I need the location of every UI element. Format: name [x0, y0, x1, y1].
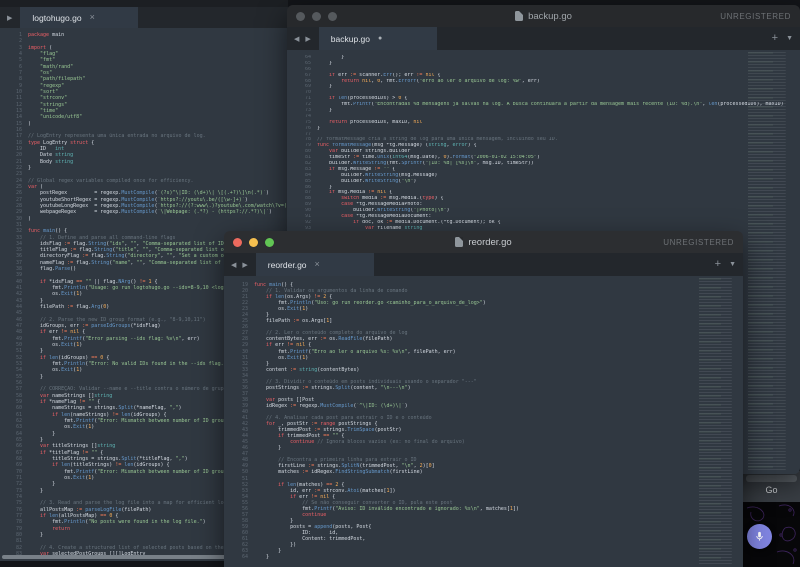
tab-logtohugo[interactable]: logtohugo.go × [20, 7, 138, 28]
microphone-icon [754, 531, 765, 542]
tabbar: ◀ ▶ reorder.go × + ▼ [224, 253, 743, 276]
tabbar: ◀ ▶ backup.go ● + ▼ [287, 27, 800, 50]
voice-assistant-panel: Go [743, 471, 800, 567]
minimap[interactable] [699, 278, 739, 565]
tab-reorder[interactable]: reorder.go × [256, 253, 374, 276]
close-tab-icon[interactable]: × [90, 13, 95, 22]
line-number-gutter: 1920212223242526272829303132333435363738… [224, 276, 254, 567]
new-tab-icon[interactable]: + [772, 33, 778, 44]
constellation-art [743, 502, 800, 567]
code-line: webpageRegex = regexp.MustCompile(`\|Web… [28, 209, 288, 215]
tab-label: logtohugo.go [32, 13, 81, 23]
code-area[interactable]: func main() { // 1. Validar os argumento… [254, 276, 743, 567]
mic-button[interactable] [747, 524, 772, 549]
tab-label: reorder.go [268, 260, 307, 270]
tab-label: backup.go [331, 34, 370, 44]
new-tab-icon[interactable]: + [715, 259, 721, 270]
code-editor[interactable]: 1920212223242526272829303132333435363738… [224, 276, 743, 567]
titlebar-clipped [0, 0, 288, 7]
window-reorder: reorder.go UNREGISTERED ◀ ▶ reorder.go ×… [224, 231, 743, 567]
tab-backup[interactable]: backup.go ● [319, 27, 437, 50]
tabbar: ▶ logtohugo.go × [0, 7, 288, 28]
close-tab-icon[interactable]: × [315, 260, 320, 269]
titlebar[interactable]: backup.go UNREGISTERED [287, 5, 800, 27]
tab-scroll-left-icon[interactable]: ◀ [231, 261, 236, 269]
code-line: fmt.Printf("Encontradas %d mensagens já … [317, 102, 800, 108]
titlebar[interactable]: reorder.go UNREGISTERED [224, 231, 743, 253]
tab-scroll-right-icon[interactable]: ▶ [242, 261, 247, 269]
line-number: 64 [224, 554, 248, 560]
line-number-gutter: 1234567891011121314151617181920212223242… [0, 28, 28, 561]
unregistered-label: UNREGISTERED [663, 238, 734, 247]
minimap[interactable] [748, 52, 794, 472]
document-icon [515, 11, 523, 21]
go-button[interactable]: Go [743, 485, 800, 495]
text-input[interactable] [746, 475, 797, 482]
tab-overflow-icon[interactable]: ▼ [729, 261, 736, 268]
modified-dot-icon: ● [378, 35, 382, 42]
unregistered-label: UNREGISTERED [720, 12, 791, 21]
tab-scroll-left-icon[interactable]: ◀ [294, 35, 299, 43]
tab-scroll-right-icon[interactable]: ▶ [305, 35, 310, 43]
tab-scroll-right-icon[interactable]: ▶ [7, 14, 12, 22]
tab-overflow-icon[interactable]: ▼ [786, 35, 793, 42]
code-line: } [254, 554, 743, 560]
document-icon [455, 237, 463, 247]
